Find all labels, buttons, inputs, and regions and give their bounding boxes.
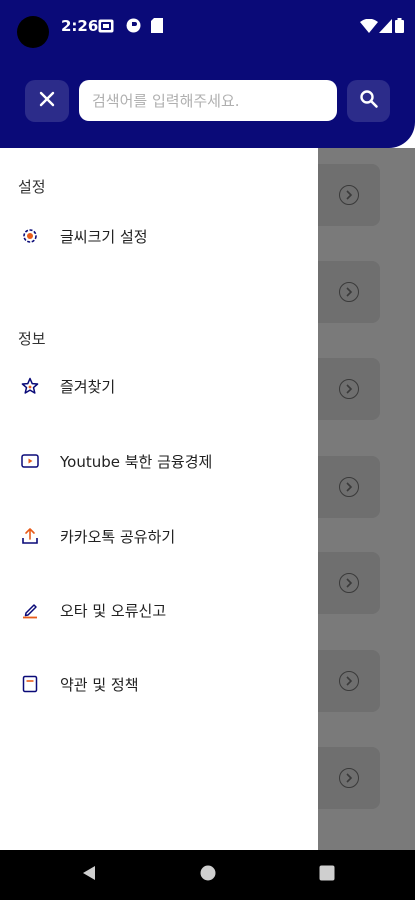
document-icon: [20, 674, 40, 694]
background-list-item: [318, 456, 380, 518]
search-icon: [359, 89, 379, 113]
menu-item-report-error[interactable]: 오타 및 오류신고: [0, 588, 318, 632]
search-input[interactable]: [79, 80, 337, 121]
menu-item-kakao-share[interactable]: 카카오톡 공유하기: [0, 514, 318, 558]
back-triangle-icon: [81, 864, 97, 886]
background-list-item: [318, 552, 380, 614]
menu-item-label: 글씨크기 설정: [60, 227, 148, 246]
status-time: 2:26: [61, 17, 99, 35]
menu-item-label: 카카오톡 공유하기: [60, 527, 176, 546]
app-header: 2:26: [0, 0, 415, 148]
star-icon: [20, 376, 40, 396]
search-button[interactable]: [347, 80, 390, 122]
chevron-right-icon: [339, 185, 359, 205]
system-navigation-bar: [0, 850, 415, 900]
menu-item-favorites[interactable]: 즐겨찾기: [0, 364, 318, 408]
menu-item-terms[interactable]: 약관 및 정책: [0, 662, 318, 706]
chevron-right-icon: [339, 671, 359, 691]
home-circle-icon: [199, 864, 217, 886]
background-list-item: [318, 261, 380, 323]
close-icon: [39, 91, 55, 111]
sim-card-icon: [150, 17, 164, 34]
recents-button[interactable]: [315, 864, 339, 886]
menu-item-label: 즐겨찾기: [60, 377, 116, 396]
menu-item-label: 오타 및 오류신고: [60, 601, 167, 620]
signal-icon: [378, 17, 392, 34]
menu-item-font-size[interactable]: 글씨크기 설정: [0, 214, 318, 258]
chevron-right-icon: [339, 768, 359, 788]
menu-item-label: Youtube 북한 금융경제: [60, 452, 213, 471]
background-list-item: [318, 164, 380, 226]
section-title-settings: 설정: [18, 178, 46, 196]
recents-square-icon: [319, 865, 335, 885]
youtube-icon: [20, 451, 40, 471]
share-icon: [20, 526, 40, 546]
circle-status-icon: [124, 17, 142, 34]
hd-icon: [97, 17, 115, 34]
menu-item-youtube[interactable]: Youtube 북한 금융경제: [0, 439, 318, 483]
background-list-item: [318, 747, 380, 809]
back-button[interactable]: [77, 864, 101, 886]
menu-item-label: 약관 및 정책: [60, 675, 139, 694]
chevron-right-icon: [339, 282, 359, 302]
background-list-item: [318, 358, 380, 420]
close-button[interactable]: [25, 80, 69, 122]
home-button[interactable]: [196, 864, 220, 886]
navigation-drawer: 설정 글씨크기 설정 정보 즐겨찾기 Youtube 북한 금융경제 카카오톡 …: [0, 148, 318, 850]
battery-icon: [394, 17, 404, 34]
wifi-icon: [359, 17, 379, 34]
edit-icon: [20, 600, 40, 620]
status-bar: 2:26: [0, 0, 415, 56]
chevron-right-icon: [339, 573, 359, 593]
chevron-right-icon: [339, 379, 359, 399]
camera-cutout: [17, 16, 49, 48]
background-list-item: [318, 650, 380, 712]
section-title-info: 정보: [18, 330, 46, 348]
gear-icon: [20, 226, 40, 246]
chevron-right-icon: [339, 477, 359, 497]
